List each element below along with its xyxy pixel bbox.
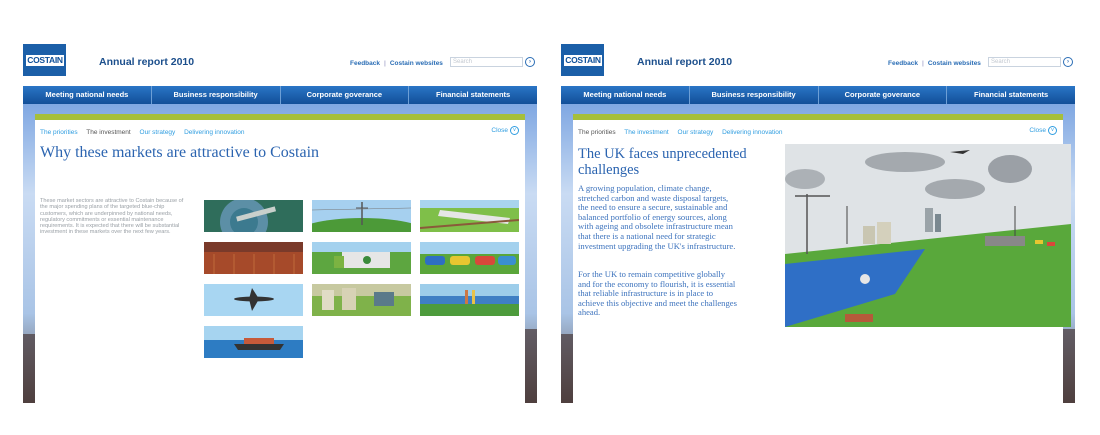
main-nav: Meeting national needs Business responsi…	[23, 86, 537, 104]
sub-nav: The priorities The investment Our strate…	[578, 129, 789, 136]
thumb-high-speed-train[interactable]	[420, 200, 519, 232]
nav-corporate-goverance[interactable]: Corporate goverance	[819, 86, 948, 104]
subnav-priorities[interactable]: The priorities	[40, 129, 78, 136]
body-text-2: For the UK to remain competitive globall…	[578, 269, 737, 318]
logo-text: COSTAIN	[26, 55, 64, 66]
chevron-down-icon: v	[1048, 126, 1057, 135]
thumb-waste-truck[interactable]	[312, 242, 411, 274]
right-screenshot: COSTAIN Annual report 2010 Feedback | Cost…	[561, 44, 1075, 403]
close-label: Close	[1029, 127, 1046, 135]
top-links: Feedback | Costain websites	[888, 60, 981, 67]
sub-nav: The priorities The investment Our strate…	[40, 129, 251, 136]
nav-business-responsibility[interactable]: Business responsibility	[690, 86, 819, 104]
search-input[interactable]: Search	[450, 57, 523, 67]
logo-text: COSTAIN	[564, 55, 602, 66]
content-panel: The priorities The investment Our strate…	[35, 114, 525, 403]
thumb-cargo-ship[interactable]	[204, 326, 303, 358]
infrastructure-illustration	[785, 144, 1071, 327]
feedback-link[interactable]: Feedback	[350, 60, 380, 67]
subnav-investment[interactable]: The investment	[86, 129, 130, 136]
feedback-link[interactable]: Feedback	[888, 60, 918, 67]
nav-financial-statements[interactable]: Financial statements	[947, 86, 1075, 104]
subnav-strategy[interactable]: Our strategy	[678, 129, 714, 136]
thumb-power-pylon[interactable]	[312, 200, 411, 232]
body-text: These market sectors are attractive to C…	[40, 198, 184, 236]
nav-financial-statements[interactable]: Financial statements	[409, 86, 537, 104]
panel-accent-bar	[35, 114, 525, 120]
search-input[interactable]: Search	[988, 57, 1061, 67]
search-go-icon[interactable]: ›	[525, 57, 535, 67]
costain-logo[interactable]: COSTAIN	[561, 44, 604, 76]
thumb-aircraft[interactable]	[204, 284, 303, 316]
thumb-water-treatment[interactable]	[204, 200, 303, 232]
chevron-down-icon: v	[510, 126, 519, 135]
subnav-strategy[interactable]: Our strategy	[140, 129, 176, 136]
close-label: Close	[491, 127, 508, 135]
report-title: Annual report 2010	[99, 56, 195, 68]
subnav-investment[interactable]: The investment	[624, 129, 668, 136]
subnav-innovation[interactable]: Delivering innovation	[184, 129, 244, 136]
left-screenshot: COSTAIN Annual report 2010 Feedback | Cost…	[23, 44, 537, 403]
top-links: Feedback | Costain websites	[350, 60, 443, 67]
close-button[interactable]: Close v	[1029, 126, 1057, 135]
thumb-nuclear[interactable]	[204, 242, 303, 274]
body-text-1: A growing population, climate change, st…	[578, 183, 736, 251]
costain-logo[interactable]: COSTAIN	[23, 44, 66, 76]
thumb-coastal-walkers[interactable]	[420, 284, 519, 316]
thumb-energy-plant[interactable]	[312, 284, 411, 316]
close-button[interactable]: Close v	[491, 126, 519, 135]
nav-meeting-national-needs[interactable]: Meeting national needs	[561, 86, 690, 104]
panel-accent-bar	[573, 114, 1063, 120]
subnav-innovation[interactable]: Delivering innovation	[722, 129, 782, 136]
subnav-priorities[interactable]: The priorities	[578, 129, 616, 136]
costain-websites-link[interactable]: Costain websites	[928, 60, 981, 67]
page-heading: The UK faces unprecedented challenges	[578, 146, 747, 178]
report-title: Annual report 2010	[637, 56, 733, 68]
nav-business-responsibility[interactable]: Business responsibility	[152, 86, 281, 104]
content-panel: The priorities The investment Our strate…	[573, 114, 1071, 403]
costain-websites-link[interactable]: Costain websites	[390, 60, 443, 67]
nav-corporate-goverance[interactable]: Corporate goverance	[281, 86, 410, 104]
thumb-cars-traffic[interactable]	[420, 242, 519, 274]
search-go-icon[interactable]: ›	[1063, 57, 1073, 67]
page-heading: Why these markets are attractive to Cost…	[40, 144, 320, 161]
main-nav: Meeting national needs Business responsi…	[561, 86, 1075, 104]
nav-meeting-national-needs[interactable]: Meeting national needs	[23, 86, 152, 104]
